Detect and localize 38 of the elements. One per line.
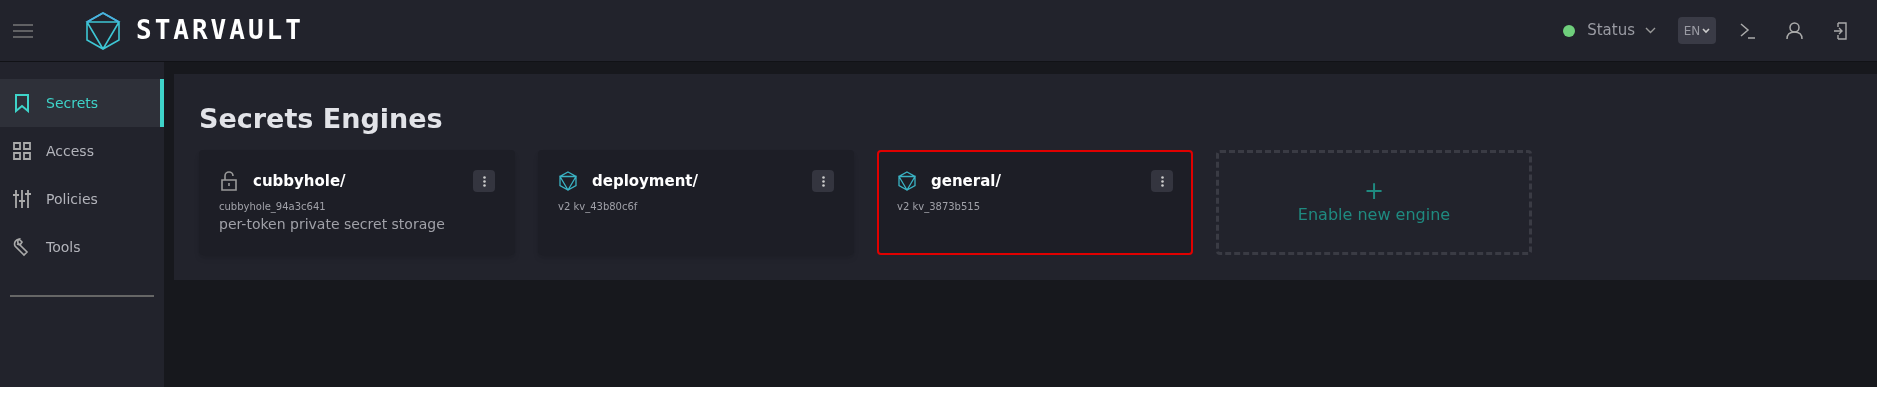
- padlock-icon: [219, 171, 239, 192]
- engine-name: deployment/: [592, 171, 698, 192]
- page-title: Secrets Engines: [199, 102, 444, 136]
- sliders-icon: [12, 189, 32, 209]
- logo-icon: [85, 11, 121, 50]
- grid-icon: [12, 141, 32, 161]
- sidebar-item[interactable]: Tools: [0, 223, 164, 271]
- menu-icon[interactable]: [12, 23, 34, 38]
- engine-subtitle: cubbyhole_94a3c641: [219, 199, 327, 214]
- polyhedron-icon: [897, 171, 917, 192]
- engine-name: cubbyhole/: [253, 171, 346, 192]
- more-button[interactable]: [1151, 170, 1173, 193]
- engine-card[interactable]: deployment/ v2 kv_43b80c6f: [538, 150, 854, 255]
- terminal-icon[interactable]: [1740, 22, 1756, 39]
- more-button[interactable]: [812, 170, 834, 193]
- more-icon: [482, 175, 486, 187]
- sidebar-item[interactable]: Policies: [0, 175, 164, 223]
- enable-engine-button[interactable]: + Enable new engine: [1216, 150, 1532, 255]
- bookmark-icon: [12, 93, 32, 113]
- chevron-icon: [1645, 27, 1656, 34]
- engine-name: general/: [931, 171, 1001, 192]
- engine-card[interactable]: general/ v2 kv_3873b515: [877, 150, 1193, 255]
- more-icon: [1160, 175, 1164, 187]
- user-icon[interactable]: [1786, 21, 1803, 40]
- engine-subtitle: v2 kv_43b80c6f: [558, 199, 639, 214]
- engine-card[interactable]: cubbyhole/ cubbyhole_94a3c641 per-token private secret storage: [199, 150, 515, 255]
- logout-icon[interactable]: [1833, 21, 1847, 40]
- more-icon: [821, 175, 825, 187]
- brand-name: STARVAULT: [136, 14, 304, 47]
- more-button[interactable]: [473, 170, 495, 193]
- status-dropdown[interactable]: Status: [1587, 19, 1656, 42]
- sidebar-item[interactable]: Access: [0, 127, 164, 175]
- chevron-icon: [1702, 27, 1711, 34]
- polyhedron-icon: [558, 171, 578, 192]
- language-dropdown[interactable]: EN: [1678, 17, 1716, 44]
- engine-description: per-token private secret storage: [219, 214, 446, 234]
- engine-subtitle: v2 kv_3873b515: [897, 199, 982, 214]
- sidebar-item[interactable]: Secrets: [0, 79, 164, 127]
